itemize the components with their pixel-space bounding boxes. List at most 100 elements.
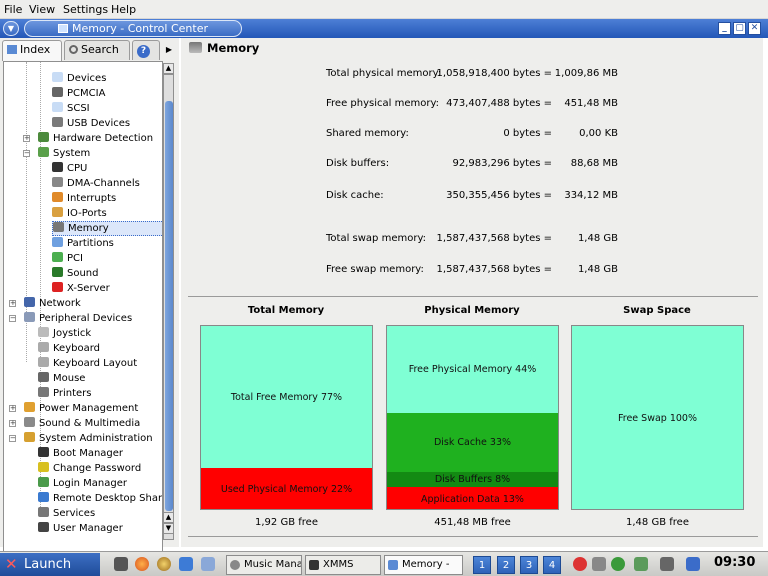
module-icon (38, 477, 49, 487)
tree-item-peripheral-devices[interactable]: Peripheral Devices (24, 311, 132, 326)
tree-item-keyboard[interactable]: Keyboard (38, 341, 100, 356)
tree-item-hardware-detection[interactable]: Hardware Detection (38, 131, 153, 146)
stat-size: 1,48 GB (577, 233, 618, 244)
tab-index[interactable]: Index (2, 40, 62, 61)
tree-scrollbar[interactable] (163, 74, 174, 540)
tree-item-boot-manager[interactable]: Boot Manager (38, 446, 123, 461)
clock: 09:30 (714, 555, 756, 570)
task-music-manager[interactable]: Music Mana (226, 555, 302, 575)
desktop-1[interactable]: 1 (473, 556, 491, 574)
stat-bytes: 1,058,918,400 bytes = (436, 68, 552, 79)
help-icon: ? (137, 45, 150, 58)
tree-item-sound-multimedia[interactable]: Sound & Multimedia (24, 416, 140, 431)
tree-item-remote-desktop-shari[interactable]: Remote Desktop Shari (38, 491, 162, 506)
memory-panel: Memory Total physical memory: 1,058,918,4… (181, 38, 763, 547)
desktop-2[interactable]: 2 (497, 556, 515, 574)
desktop-3[interactable]: 3 (520, 556, 538, 574)
module-icon (52, 207, 63, 217)
tree-item-x-server[interactable]: X-Server (52, 281, 110, 296)
tree-item-power-management[interactable]: Power Management (24, 401, 138, 416)
tree-item-io-ports[interactable]: IO-Ports (52, 206, 107, 221)
stat-bytes: 92,983,296 bytes = (452, 158, 552, 169)
launch-button[interactable]: ✕ Launch (0, 553, 100, 576)
web-browser-icon[interactable] (157, 557, 171, 571)
stat-label: Total swap memory: (326, 233, 426, 244)
tree-item-pcmcia[interactable]: PCMCIA (52, 86, 105, 101)
tree-item-mouse[interactable]: Mouse (38, 371, 85, 386)
tree-item-printers[interactable]: Printers (38, 386, 91, 401)
tree-item-dma-channels[interactable]: DMA-Channels (52, 176, 140, 191)
tree-item-scsi[interactable]: SCSI (52, 101, 90, 116)
tree-expander-icon[interactable]: − (23, 150, 30, 157)
tree-expander-icon[interactable]: + (9, 405, 16, 412)
close-button[interactable]: ✕ (748, 22, 761, 35)
maximize-button[interactable]: ▢ (733, 22, 746, 35)
tools-icon[interactable] (201, 557, 215, 571)
tree-item-keyboard-layout[interactable]: Keyboard Layout (38, 356, 137, 371)
tree-item-devices[interactable]: Devices (52, 71, 106, 86)
tab-scroll-right-icon[interactable]: ▶ (162, 42, 176, 58)
graph-title: Swap Space (623, 305, 691, 316)
tree-item-system[interactable]: System (38, 146, 90, 161)
tree-expander-icon[interactable]: − (9, 435, 16, 442)
tree-item-joystick[interactable]: Joystick (38, 326, 91, 341)
stat-size: 334,12 MB (564, 190, 618, 201)
graph-title: Total Memory (247, 305, 325, 316)
tree-item-partitions[interactable]: Partitions (52, 236, 114, 251)
display-icon[interactable] (660, 557, 674, 571)
memory-icon (189, 42, 202, 53)
tree-item-sound[interactable]: Sound (52, 266, 99, 281)
tree-item-user-manager[interactable]: User Manager (38, 521, 123, 536)
volume-icon[interactable] (592, 557, 606, 571)
tree-item-memory[interactable]: Memory (52, 221, 162, 236)
task-memory[interactable]: Memory - (384, 555, 463, 575)
desktop-4[interactable]: 4 (543, 556, 561, 574)
graph-footer: 1,48 GB free (626, 517, 689, 528)
tree-item-cpu[interactable]: CPU (52, 161, 87, 176)
module-icon (24, 417, 35, 427)
menu-file[interactable]: File (4, 3, 22, 16)
window-menu-button[interactable]: ▼ (3, 21, 19, 36)
tab-search[interactable]: Search (64, 40, 130, 60)
tree-item-interrupts[interactable]: Interrupts (52, 191, 116, 206)
tree-item-usb-devices[interactable]: USB Devices (52, 116, 130, 131)
graph-segment: Disk Buffers 8% (387, 472, 558, 487)
menu-help[interactable]: Help (111, 3, 136, 16)
page-title: Memory (189, 41, 259, 55)
tree-expander-icon[interactable]: + (9, 300, 16, 307)
tree-expander-icon[interactable]: + (9, 420, 16, 427)
scroll-up-button[interactable]: ▲ (163, 63, 174, 74)
update-icon[interactable] (611, 557, 625, 571)
task-xmms[interactable]: XMMS (305, 555, 381, 575)
network-status-icon[interactable] (634, 557, 648, 571)
scroll-up-button-bottom[interactable]: ▲ (163, 512, 174, 523)
tree-item-change-password[interactable]: Change Password (38, 461, 141, 476)
tree-item-pci[interactable]: PCI (52, 251, 83, 266)
firefox-icon[interactable] (135, 557, 149, 571)
module-icon (38, 147, 49, 157)
scroll-down-button[interactable]: ▼ (163, 523, 174, 534)
graph-segment: Free Physical Memory 44% (387, 326, 558, 413)
stat-label: Free swap memory: (326, 264, 424, 275)
tree-item-network[interactable]: Network (24, 296, 81, 311)
stat-bytes: 350,355,456 bytes = (446, 190, 552, 201)
tree-scrollbar-thumb[interactable] (165, 101, 173, 511)
launch-logo-icon: ✕ (5, 555, 18, 573)
tree-item-services[interactable]: Services (38, 506, 95, 521)
tree-expander-icon[interactable]: + (23, 135, 30, 142)
module-icon (52, 162, 63, 172)
menu-settings[interactable]: Settings (63, 3, 108, 16)
terminal-icon[interactable] (114, 557, 128, 571)
graph-segment-label: Disk Buffers 8% (434, 474, 511, 485)
security-shield-icon[interactable] (573, 557, 587, 571)
image-viewer-icon[interactable] (179, 557, 193, 571)
xmms-icon (309, 560, 319, 570)
stat-label: Disk buffers: (326, 158, 390, 169)
tree-expander-icon[interactable]: − (9, 315, 16, 322)
lock-icon[interactable] (686, 557, 700, 571)
minimize-button[interactable]: _ (718, 22, 731, 35)
tree-item-system-administration[interactable]: System Administration (24, 431, 153, 446)
tab-help[interactable]: ? (132, 40, 160, 60)
menu-view[interactable]: View (29, 3, 55, 16)
tree-item-login-manager[interactable]: Login Manager (38, 476, 127, 491)
